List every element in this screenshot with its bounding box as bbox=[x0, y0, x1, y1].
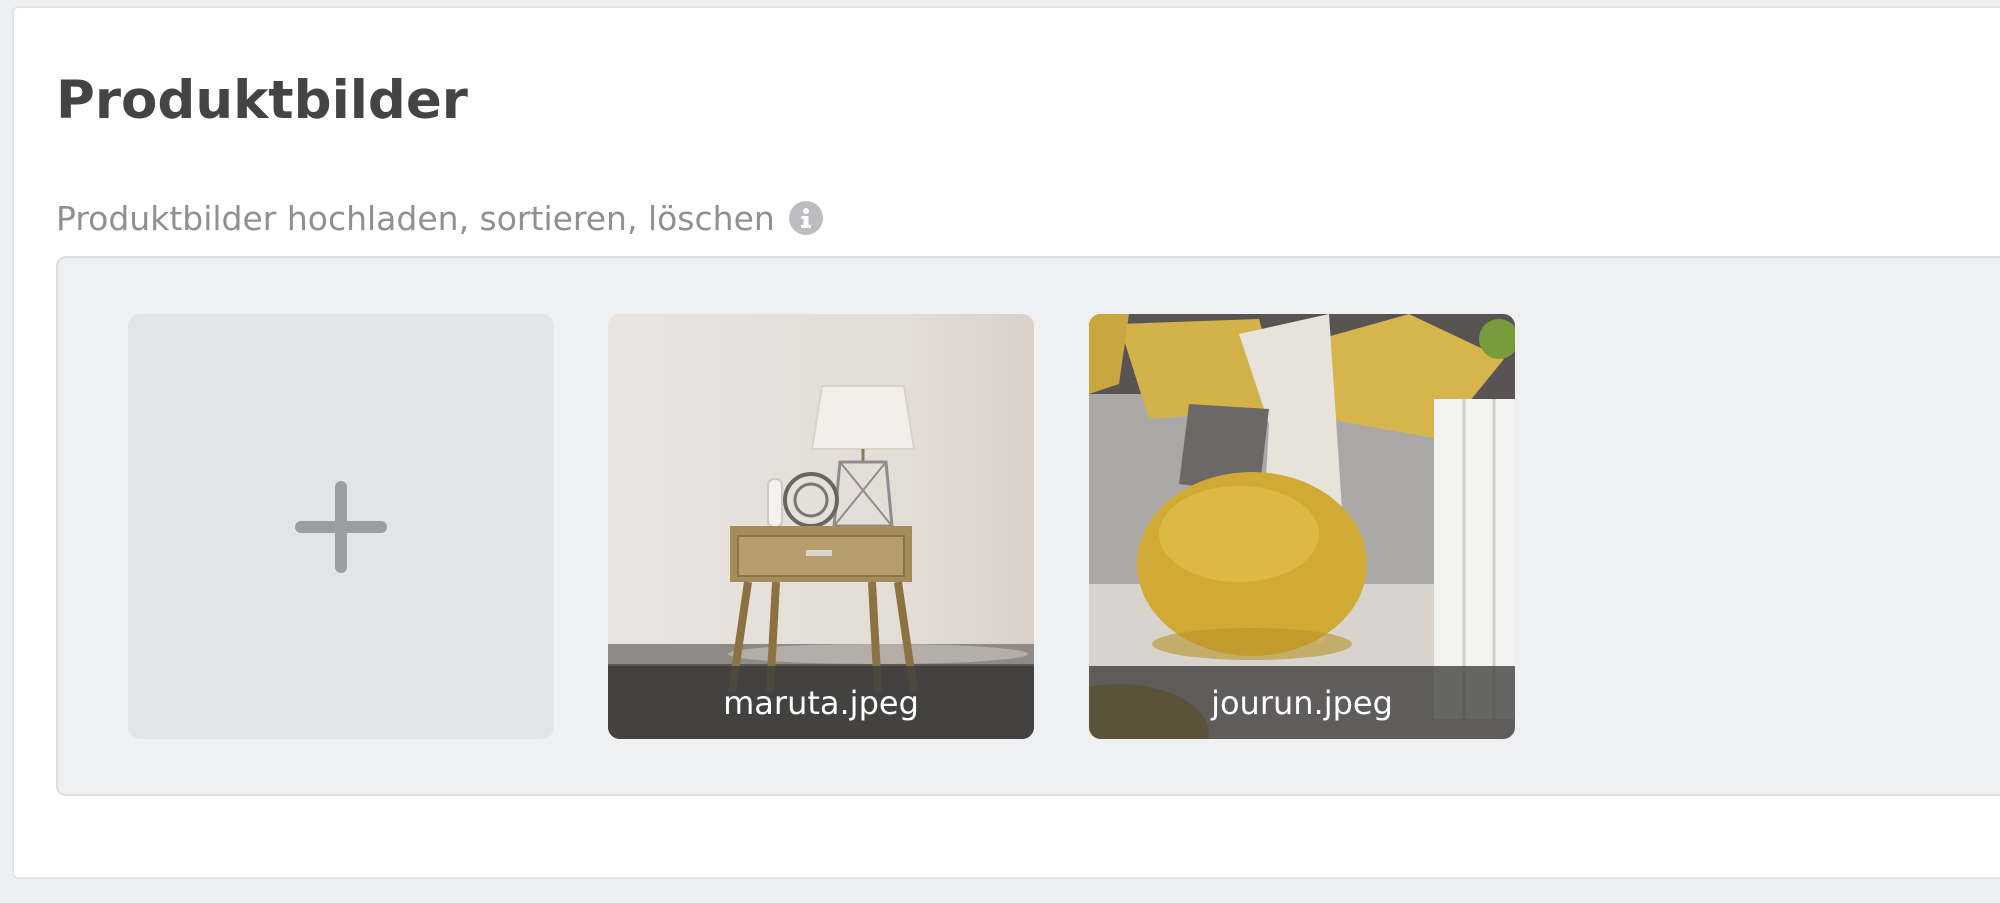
section-title: Produktbilder bbox=[56, 70, 468, 131]
section-subtitle: Produktbilder hochladen, sortieren, lösc… bbox=[56, 198, 775, 238]
section-subtitle-row: Produktbilder hochladen, sortieren, lösc… bbox=[56, 193, 823, 243]
image-tile[interactable]: jourun.jpeg bbox=[1089, 314, 1515, 739]
info-icon[interactable] bbox=[788, 201, 823, 235]
image-tile[interactable]: maruta.jpeg bbox=[608, 314, 1034, 739]
plus-icon bbox=[295, 480, 387, 573]
image-filename: maruta.jpeg bbox=[608, 666, 1034, 739]
image-gallery: maruta.jpeg jourun.jpeg bbox=[56, 256, 2000, 796]
image-filename: jourun.jpeg bbox=[1089, 666, 1515, 739]
add-image-button[interactable] bbox=[128, 314, 554, 739]
